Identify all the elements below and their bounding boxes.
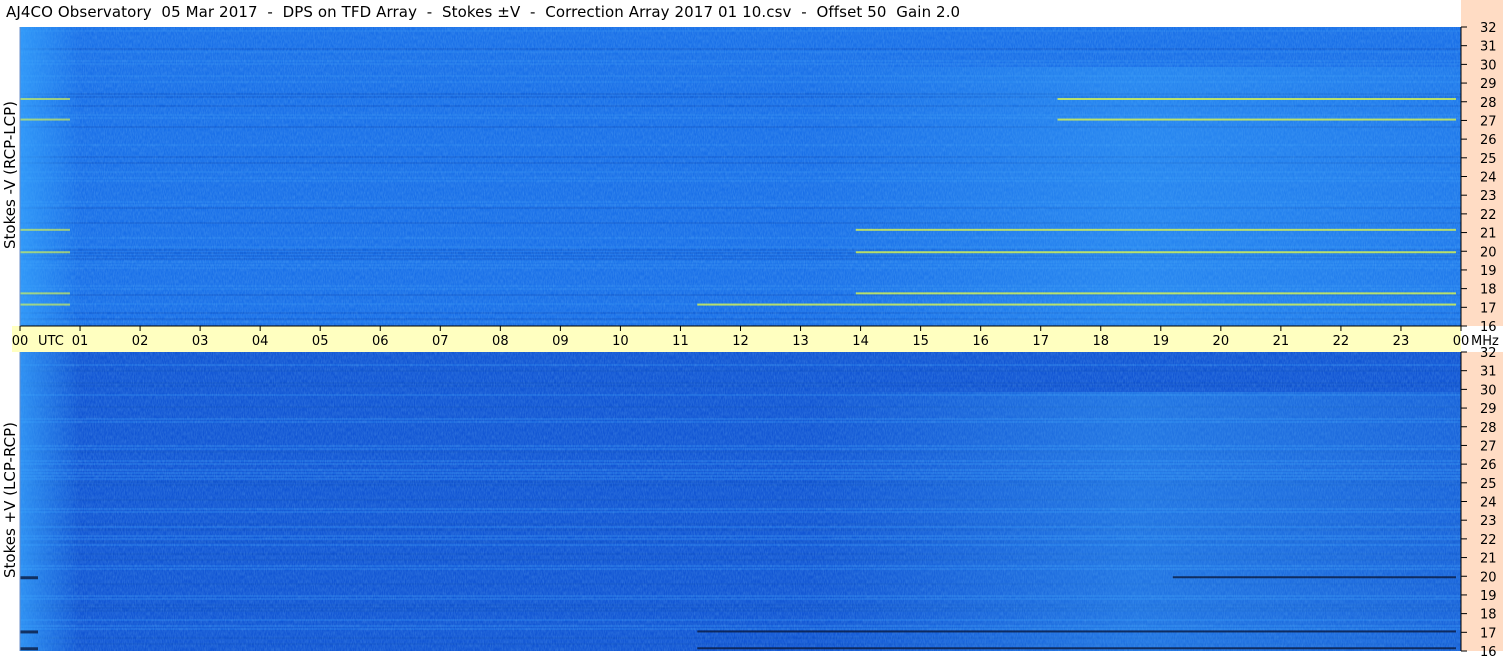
bright-band [1057,118,1456,121]
frequency-tick-label: 18 [1480,608,1497,623]
time-tick-label: 00 [1453,334,1470,349]
frequency-tick-label: 28 [1480,96,1497,111]
dark-band-left [20,576,38,580]
bright-band-left [20,303,70,306]
bright-band [855,292,1456,295]
activity-glow [812,392,1461,651]
time-tick-label: 21 [1273,334,1290,349]
frequency-tick-label: 16 [1480,645,1497,660]
frequency-tick-label: 17 [1480,301,1497,316]
bright-band-left [20,98,70,101]
time-tick-label: 10 [612,334,629,349]
frequency-tick-label: 29 [1480,402,1497,417]
top-spectrogram-panel: 32 31 30 29 28 27 26 25 24 23 22 21 20 19 18 17 16 [20,0,1503,335]
frequency-tick-label: 21 [1480,552,1497,567]
frequency-tick-label: 27 [1480,114,1497,129]
time-tick-label: 05 [312,334,329,349]
time-tick-label: 15 [912,334,929,349]
frequency-tick-label: 20 [1480,245,1497,260]
frequency-tick-label: 26 [1480,458,1497,473]
time-tick-label: 09 [552,334,569,349]
frequency-tick-label: 29 [1480,77,1497,92]
bright-band-left [20,118,70,121]
dark-band [1172,576,1456,579]
frequency-tick-label: 26 [1480,133,1497,148]
bright-band [855,228,1456,231]
frequency-tick-label: 20 [1480,570,1497,585]
time-tick-label: 18 [1092,334,1109,349]
dark-band-left [20,647,38,651]
bottom-spectrogram-panel: 3231302928272625242322212019181716 [20,346,1503,660]
bright-band [855,251,1456,254]
time-tick-label: 03 [192,334,209,349]
time-tick-label: 14 [852,334,869,349]
frequency-tick-label: 18 [1480,283,1497,298]
frequency-tick-label: 25 [1480,152,1497,167]
edge-glow [20,27,80,326]
time-tick-label: 00 [12,334,29,349]
frequency-tick-label: 22 [1480,208,1497,223]
frequency-tick-label: 23 [1480,189,1497,204]
frequency-tick-label: 31 [1480,40,1497,55]
bright-band-left [20,251,70,254]
frequency-tick-label: 17 [1480,626,1497,641]
frequency-tick-label: 24 [1480,171,1497,186]
time-tick-label: 02 [132,334,149,349]
time-tick-label: 01 [72,334,89,349]
frequency-tick-label: 24 [1480,496,1497,511]
time-tick-label: 11 [672,334,689,349]
frequency-tick-label: 32 [1480,21,1497,36]
frequency-tick-label: 21 [1480,227,1497,242]
edge-glow [20,352,80,651]
time-tick-label: 08 [492,334,509,349]
mhz-unit-label: MHz [1471,334,1499,349]
frequency-tick-label: 22 [1480,533,1497,548]
frequency-tick-label: 19 [1480,264,1497,279]
time-tick-label: 22 [1333,334,1350,349]
activity-glow [812,67,1461,326]
frequency-tick-label: 16 [1480,320,1497,335]
dark-band [697,647,1456,650]
bright-band [1057,98,1456,101]
time-tick-label: 04 [252,334,269,349]
frequency-tick-label: 30 [1480,58,1497,73]
time-tick-label: 23 [1393,334,1410,349]
frequency-tick-label: 25 [1480,477,1497,492]
time-tick-label: 13 [792,334,809,349]
frequency-tick-label: 31 [1480,365,1497,380]
time-tick-label: 19 [1153,334,1170,349]
frequency-tick-label: 23 [1480,514,1497,529]
frequency-tick-label: 27 [1480,439,1497,454]
bright-band-left [20,228,70,231]
time-tick-label: 20 [1213,334,1230,349]
time-tick-label: 12 [732,334,749,349]
frequency-tick-label: 30 [1480,383,1497,398]
frequency-tick-label: 19 [1480,589,1497,604]
time-tick-label: 16 [972,334,989,349]
dark-band-left [20,630,38,634]
spectrogram-chart: 3231302928272625242322212019181716323130… [12,0,1503,660]
time-tick-label: 17 [1032,334,1049,349]
bright-band-left [20,292,70,295]
time-axis: 00 01 02 03 04 05 06 07 08 09 10 11 12 13 14 15 16 17 18 19… [12,325,1499,352]
dark-band [697,630,1456,633]
bright-band [697,303,1456,306]
frequency-tick-label: 28 [1480,421,1497,436]
time-tick-label: 06 [372,334,389,349]
time-tick-label: 07 [432,334,449,349]
utc-label: UTC [38,334,64,349]
